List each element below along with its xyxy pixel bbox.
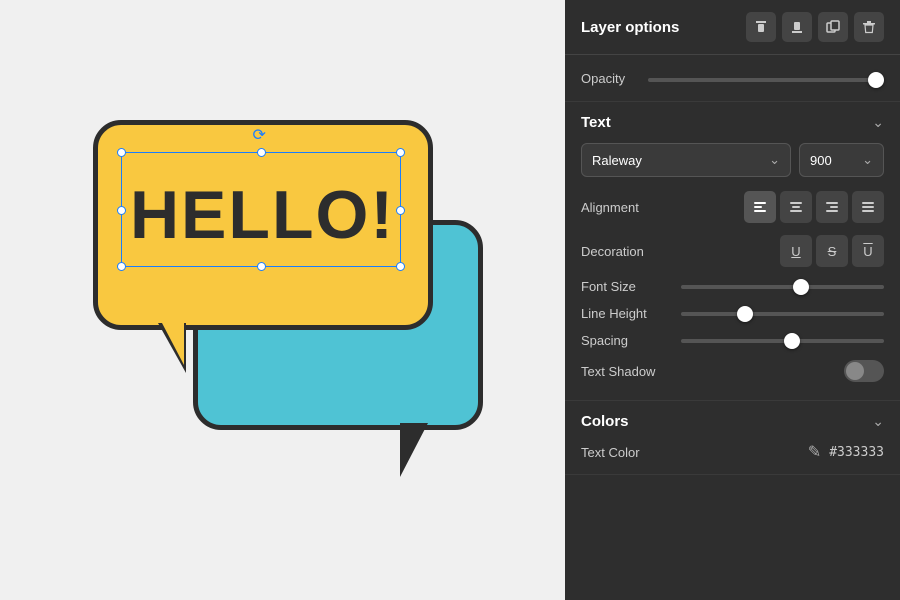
align-center-button[interactable] [780,191,812,223]
alignment-btn-group [744,191,884,223]
text-color-value: #333333 [829,445,884,460]
font-dropdown-icon: ⌄ [769,152,780,168]
font-size-row: Font Size [581,279,884,294]
hello-text[interactable]: HELLO! [93,160,433,270]
align-top-icon [754,20,768,34]
align-justify-icon [861,200,875,214]
duplicate-button[interactable] [818,12,848,42]
font-weight: 900 [810,153,832,168]
colors-section-header[interactable]: Colors ⌄ [581,413,884,430]
copy-icon [826,20,840,34]
align-left-icon [753,200,767,214]
align-right-button[interactable] [816,191,848,223]
line-height-slider[interactable] [681,312,884,316]
align-center-icon [789,200,803,214]
weight-select[interactable]: 900 ⌄ [799,143,884,177]
text-shadow-toggle[interactable] [844,360,884,382]
underline-button[interactable]: U [780,235,812,267]
alignment-label: Alignment [581,200,671,215]
strikethrough-icon: S [828,244,837,259]
align-justify-button[interactable] [852,191,884,223]
text-shadow-label: Text Shadow [581,364,671,379]
right-panel: Layer options [565,0,900,600]
font-size-label: Font Size [581,279,671,294]
line-height-label: Line Height [581,306,671,321]
text-section-header[interactable]: Text ⌄ [581,114,884,131]
colors-section: Colors ⌄ Text Color ✎ #333333 [565,401,900,475]
align-left-button[interactable] [744,191,776,223]
overline-button[interactable]: U [852,235,884,267]
text-color-row: Text Color ✎ #333333 [581,442,884,462]
opacity-label: Opacity [581,71,636,86]
delete-button[interactable] [854,12,884,42]
decoration-row: Decoration U S U [581,235,884,267]
text-shadow-row: Text Shadow [581,360,884,382]
font-size-slider[interactable] [681,285,884,289]
opacity-slider[interactable] [648,78,884,82]
text-color-label: Text Color [581,445,671,460]
colors-section-title: Colors [581,413,629,430]
text-section: Text ⌄ Raleway ⌄ 900 ⌄ Alignment [565,102,900,401]
color-picker-icon[interactable]: ✎ [808,442,821,462]
layer-options-icons [746,12,884,42]
font-select[interactable]: Raleway ⌄ [581,143,791,177]
layer-options-title: Layer options [581,19,679,36]
opacity-row: Opacity [565,55,900,102]
illustration: HELLO! ⟳ [63,90,503,510]
colors-chevron-icon: ⌄ [872,413,884,430]
align-bottom-button[interactable] [782,12,812,42]
align-right-icon [825,200,839,214]
overline-icon: U [863,244,872,259]
weight-dropdown-icon: ⌄ [862,152,873,168]
spacing-slider[interactable] [681,339,884,343]
canvas: HELLO! ⟳ [0,0,565,600]
layer-options-header: Layer options [565,0,900,55]
spacing-row: Spacing [581,333,884,348]
font-name: Raleway [592,153,642,168]
color-picker-group: ✎ #333333 [808,442,884,462]
alignment-row: Alignment [581,191,884,223]
spacing-label: Spacing [581,333,671,348]
align-top-button[interactable] [746,12,776,42]
align-bottom-icon [790,20,804,34]
text-chevron-icon: ⌄ [872,114,884,131]
text-section-title: Text [581,114,611,131]
decoration-btn-group: U S U [780,235,884,267]
decoration-label: Decoration [581,244,671,259]
toggle-knob [846,362,864,380]
font-row: Raleway ⌄ 900 ⌄ [581,143,884,177]
strikethrough-button[interactable]: S [816,235,848,267]
delete-icon [862,20,876,34]
line-height-row: Line Height [581,306,884,321]
underline-icon: U [791,244,800,259]
